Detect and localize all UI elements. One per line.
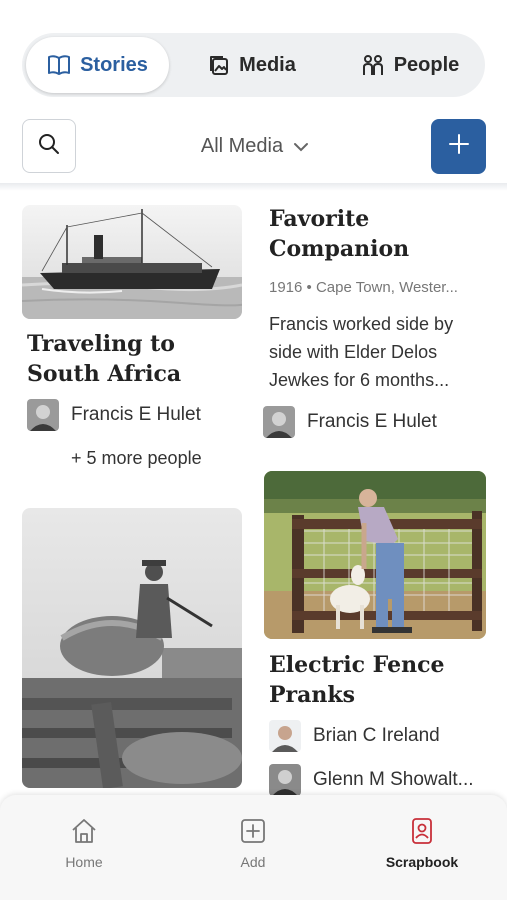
- person-name: Francis E Hulet: [71, 404, 201, 425]
- story-title[interactable]: Electric Fence Pranks: [269, 650, 489, 710]
- plus-icon: [448, 133, 470, 160]
- media-icon: [208, 54, 230, 76]
- nav-add-label: Add: [240, 854, 266, 870]
- person-name: Brian C Ireland: [313, 725, 440, 746]
- add-square-icon: [239, 817, 267, 848]
- tab-stories-label: Stories: [80, 53, 148, 76]
- more-people-link[interactable]: + 5 more people: [71, 448, 202, 469]
- tab-media-label: Media: [239, 53, 296, 76]
- person-name: Glenn M Showalt...: [313, 769, 474, 790]
- home-icon: [70, 817, 98, 848]
- person-name: Francis E Hulet: [307, 411, 437, 432]
- media-filter-dropdown[interactable]: All Media: [150, 128, 360, 164]
- story-person[interactable]: Brian C Ireland: [269, 720, 440, 752]
- tab-people[interactable]: People: [350, 37, 470, 93]
- nav-home-label: Home: [65, 854, 103, 870]
- story-description: Francis worked side by side with Elder D…: [269, 314, 454, 390]
- search-button[interactable]: [22, 119, 76, 173]
- avatar: [269, 720, 301, 752]
- bottom-navigation: Home Add Scrapbook: [0, 795, 507, 900]
- story-photo-hay[interactable]: [22, 508, 242, 788]
- chevron-down-icon: [293, 135, 309, 158]
- story-person[interactable]: Francis E Hulet: [263, 406, 437, 438]
- scrapbook-icon: [408, 817, 436, 848]
- avatar: [269, 764, 301, 796]
- story-title[interactable]: Traveling to South Africa: [27, 329, 242, 389]
- story-person[interactable]: Glenn M Showalt...: [269, 764, 474, 796]
- add-button[interactable]: [431, 119, 486, 174]
- people-icon: [361, 53, 385, 77]
- nav-add[interactable]: Add: [193, 817, 313, 870]
- story-title[interactable]: Favorite Companion: [269, 204, 489, 264]
- filter-label: All Media: [200, 134, 284, 157]
- content-tabs: Stories Media People: [22, 33, 485, 97]
- nav-home[interactable]: Home: [24, 817, 144, 870]
- tab-people-label: People: [393, 53, 460, 76]
- tab-stories[interactable]: Stories: [26, 37, 169, 93]
- story-person[interactable]: Francis E Hulet: [27, 399, 201, 431]
- toolbar-divider: [0, 183, 507, 191]
- avatar: [263, 406, 295, 438]
- story-meta: 1916 • Cape Town, Wester...: [269, 279, 458, 296]
- story-photo-ship[interactable]: [22, 205, 242, 319]
- avatar: [27, 399, 59, 431]
- nav-scrapbook[interactable]: Scrapbook: [362, 817, 482, 870]
- book-icon: [47, 54, 71, 76]
- tab-media[interactable]: Media: [192, 37, 312, 93]
- search-icon: [38, 133, 60, 160]
- story-photo-fence[interactable]: [264, 471, 486, 639]
- nav-scrapbook-label: Scrapbook: [385, 854, 459, 870]
